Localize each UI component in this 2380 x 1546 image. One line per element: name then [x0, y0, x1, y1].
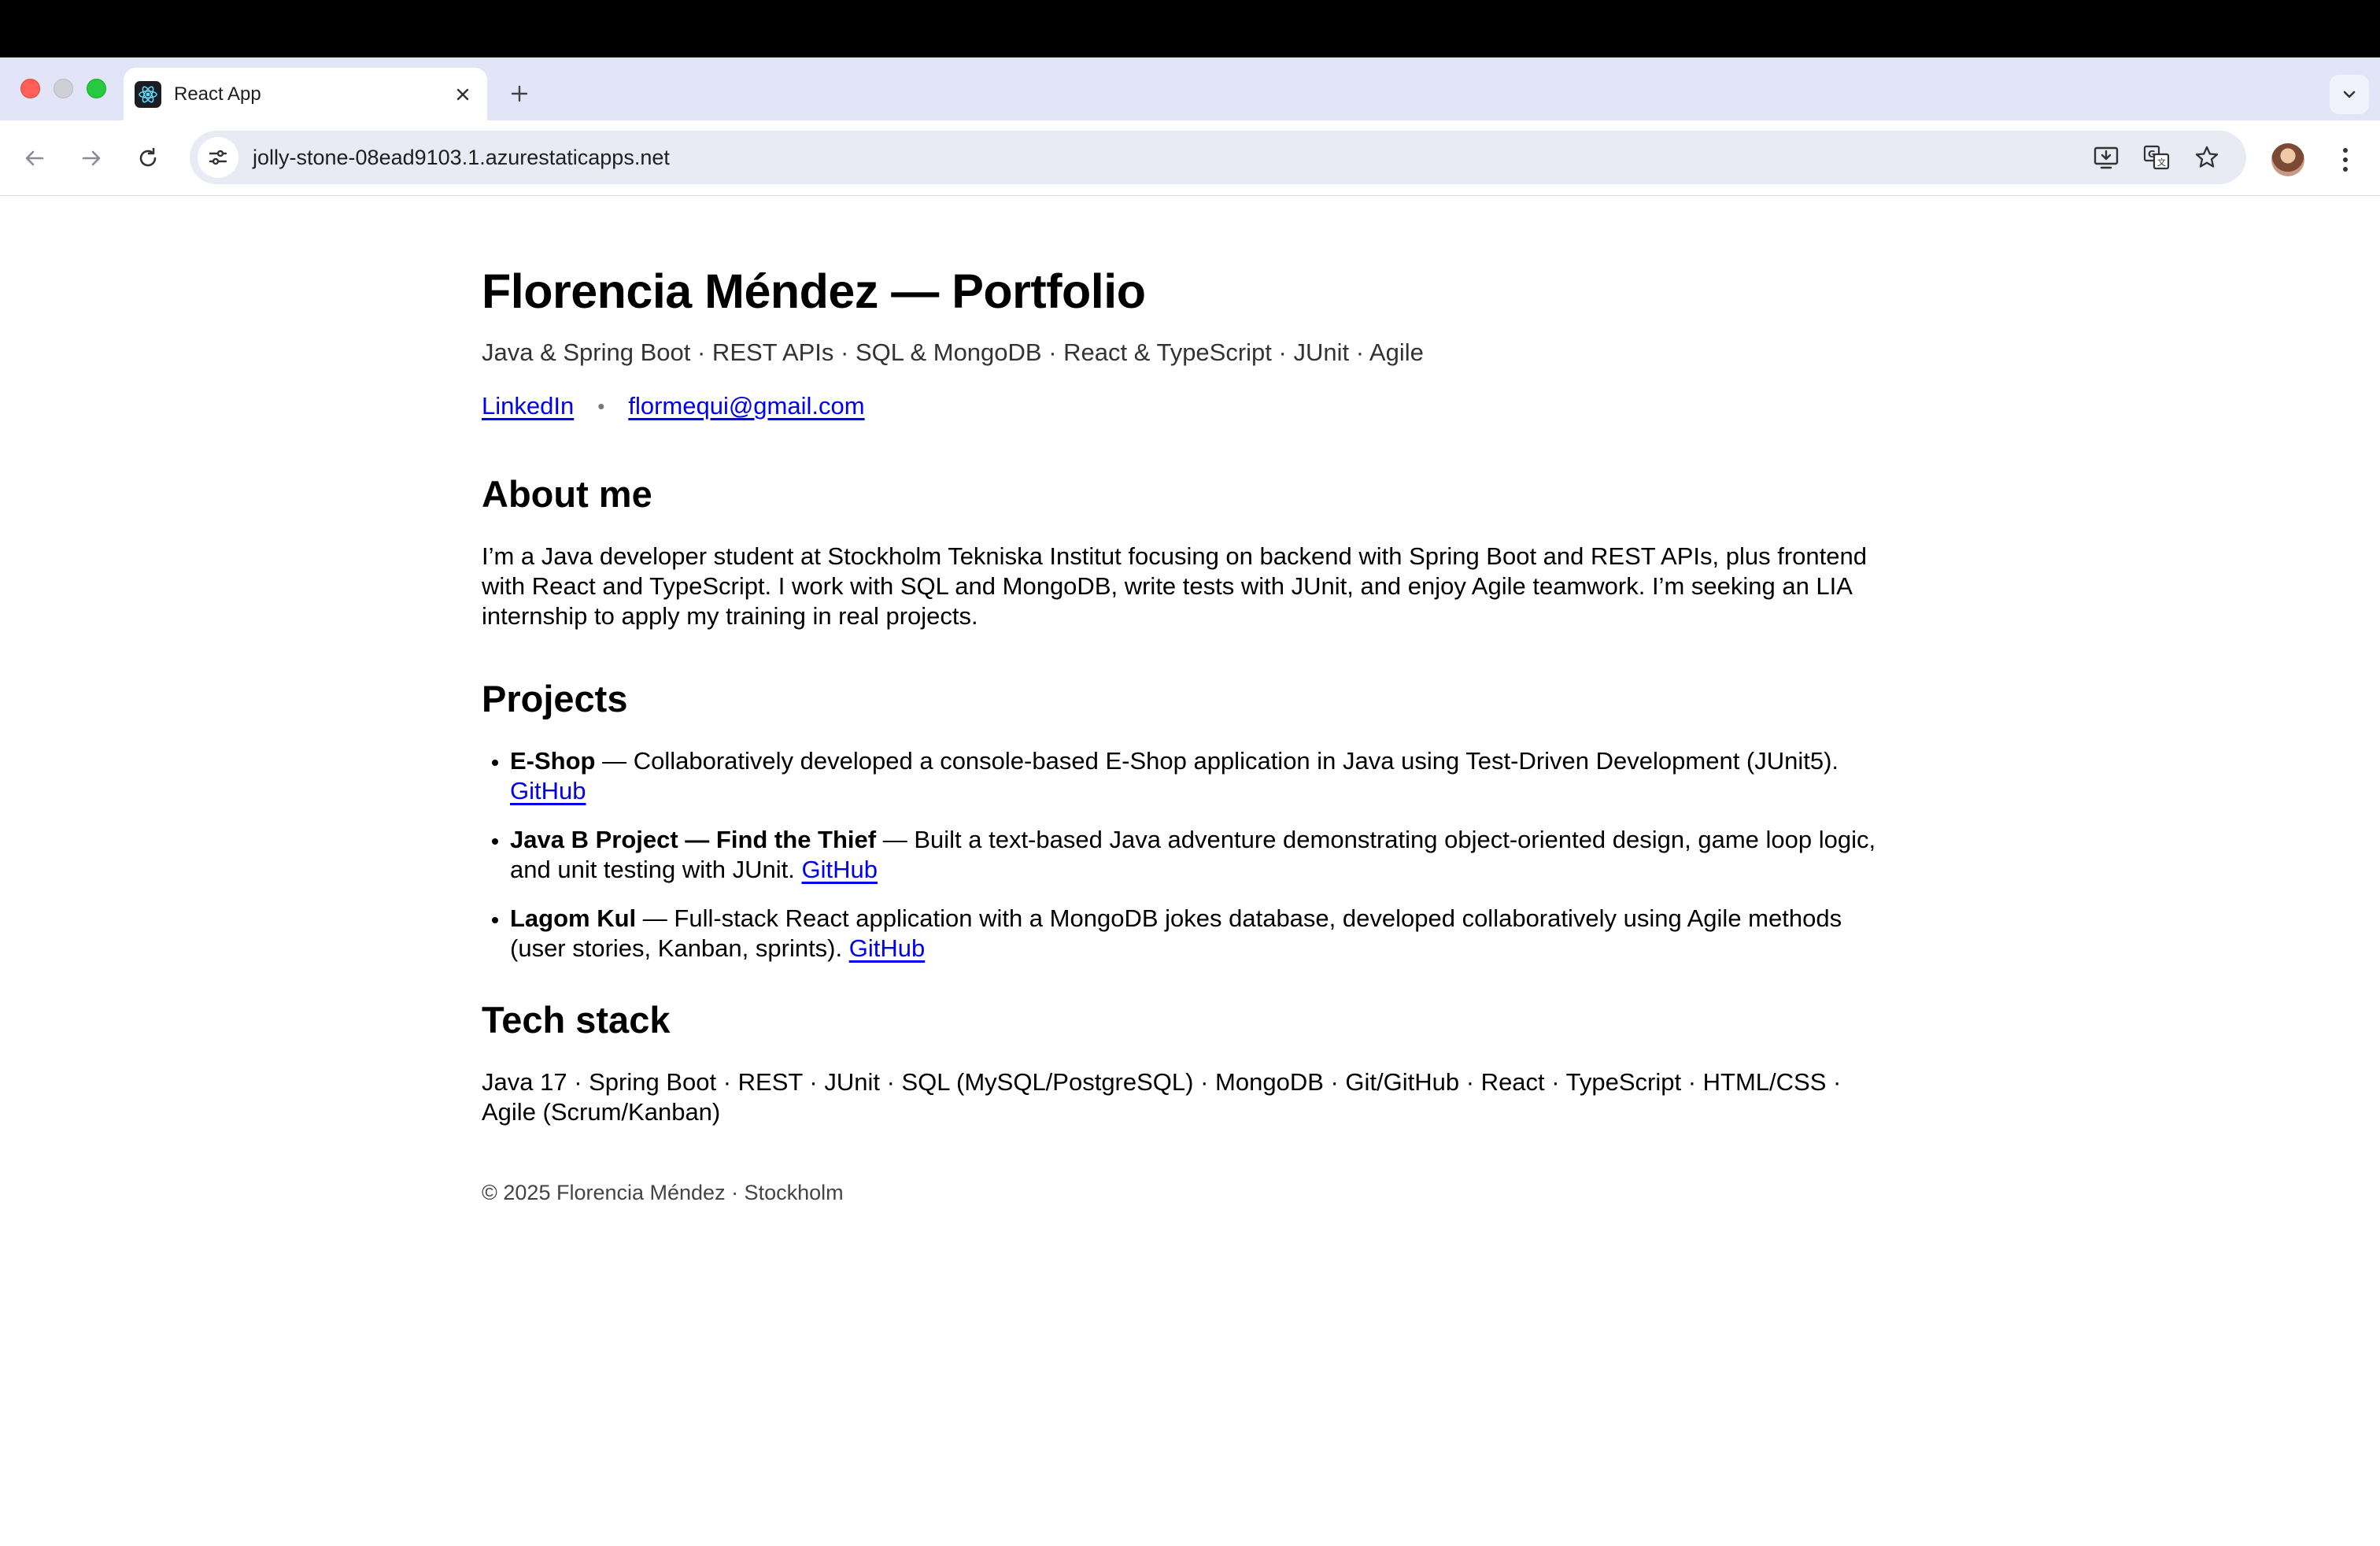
chevron-down-icon[interactable] — [2330, 75, 2369, 114]
kebab-menu-icon[interactable] — [2330, 140, 2361, 179]
tab-title: React App — [174, 83, 261, 105]
project-name: Lagom Kul — [510, 904, 637, 932]
star-icon[interactable] — [2190, 140, 2224, 175]
browser-chrome: React App jolly-stone-08ead9103.1.azures… — [0, 57, 2380, 196]
project-name: Java B Project — Find the Thief — [510, 826, 877, 853]
reload-icon[interactable] — [131, 141, 165, 176]
email-link[interactable]: flormequi@gmail.com — [628, 392, 864, 420]
github-link[interactable]: GitHub — [849, 934, 925, 962]
translate-icon[interactable]: G文 — [2139, 140, 2174, 175]
project-description: — Collaboratively developed a console-ba… — [595, 747, 1839, 775]
svg-text:文: 文 — [2157, 157, 2166, 168]
project-name: E-Shop — [510, 747, 596, 775]
about-heading: About me — [482, 473, 652, 515]
back-arrow-icon[interactable] — [17, 141, 52, 176]
contact-links: LinkedIn • flormequi@gmail.com — [482, 392, 1883, 420]
minimize-window-button[interactable] — [54, 79, 73, 98]
list-item: Lagom Kul — Full-stack React application… — [510, 904, 1883, 963]
list-item: E-Shop — Collaboratively developed a con… — [510, 746, 1883, 806]
tab-react-app[interactable]: React App — [124, 68, 487, 120]
address-bar[interactable]: jolly-stone-08ead9103.1.azurestaticapps.… — [190, 131, 2246, 184]
tagline: Java & Spring Boot · REST APIs · SQL & M… — [482, 338, 1424, 366]
link-separator: • — [597, 394, 605, 418]
close-icon[interactable] — [449, 81, 476, 108]
tech-heading: Tech stack — [482, 999, 671, 1041]
forward-arrow-icon[interactable] — [74, 141, 109, 176]
tech-text: Java 17 · Spring Boot · REST · JUnit · S… — [482, 1068, 1842, 1126]
project-description: — Full-stack React application with a Mo… — [510, 904, 1842, 962]
zoom-window-button[interactable] — [87, 79, 106, 98]
svg-text:G: G — [2148, 149, 2156, 160]
page-footer: © 2025 Florencia Méndez · Stockholm — [482, 1181, 844, 1204]
install-app-icon[interactable] — [2089, 140, 2123, 175]
about-text: I’m a Java developer student at Stockhol… — [482, 542, 1867, 630]
window-controls — [20, 79, 106, 98]
site-settings-icon[interactable] — [198, 137, 238, 178]
close-window-button[interactable] — [20, 79, 40, 98]
list-item: Java B Project — Find the Thief — Built … — [510, 825, 1883, 885]
tab-strip: React App — [0, 57, 2380, 120]
plus-icon[interactable] — [504, 78, 535, 109]
browser-toolbar: jolly-stone-08ead9103.1.azurestaticapps.… — [0, 120, 2380, 196]
system-top-bar — [0, 0, 2380, 57]
react-favicon-icon — [135, 80, 161, 108]
linkedin-link[interactable]: LinkedIn — [482, 392, 574, 420]
github-link[interactable]: GitHub — [510, 777, 586, 804]
project-list: E-Shop — Collaboratively developed a con… — [482, 746, 1883, 963]
url-text[interactable]: jolly-stone-08ead9103.1.azurestaticapps.… — [253, 146, 2089, 170]
page-title: Florencia Méndez — Portfolio — [482, 264, 1146, 318]
projects-heading: Projects — [482, 678, 628, 719]
profile-avatar[interactable] — [2271, 143, 2304, 176]
github-link[interactable]: GitHub — [801, 856, 877, 883]
portfolio-page: Florencia Méndez — Portfolio Java & Spri… — [482, 260, 1883, 1205]
